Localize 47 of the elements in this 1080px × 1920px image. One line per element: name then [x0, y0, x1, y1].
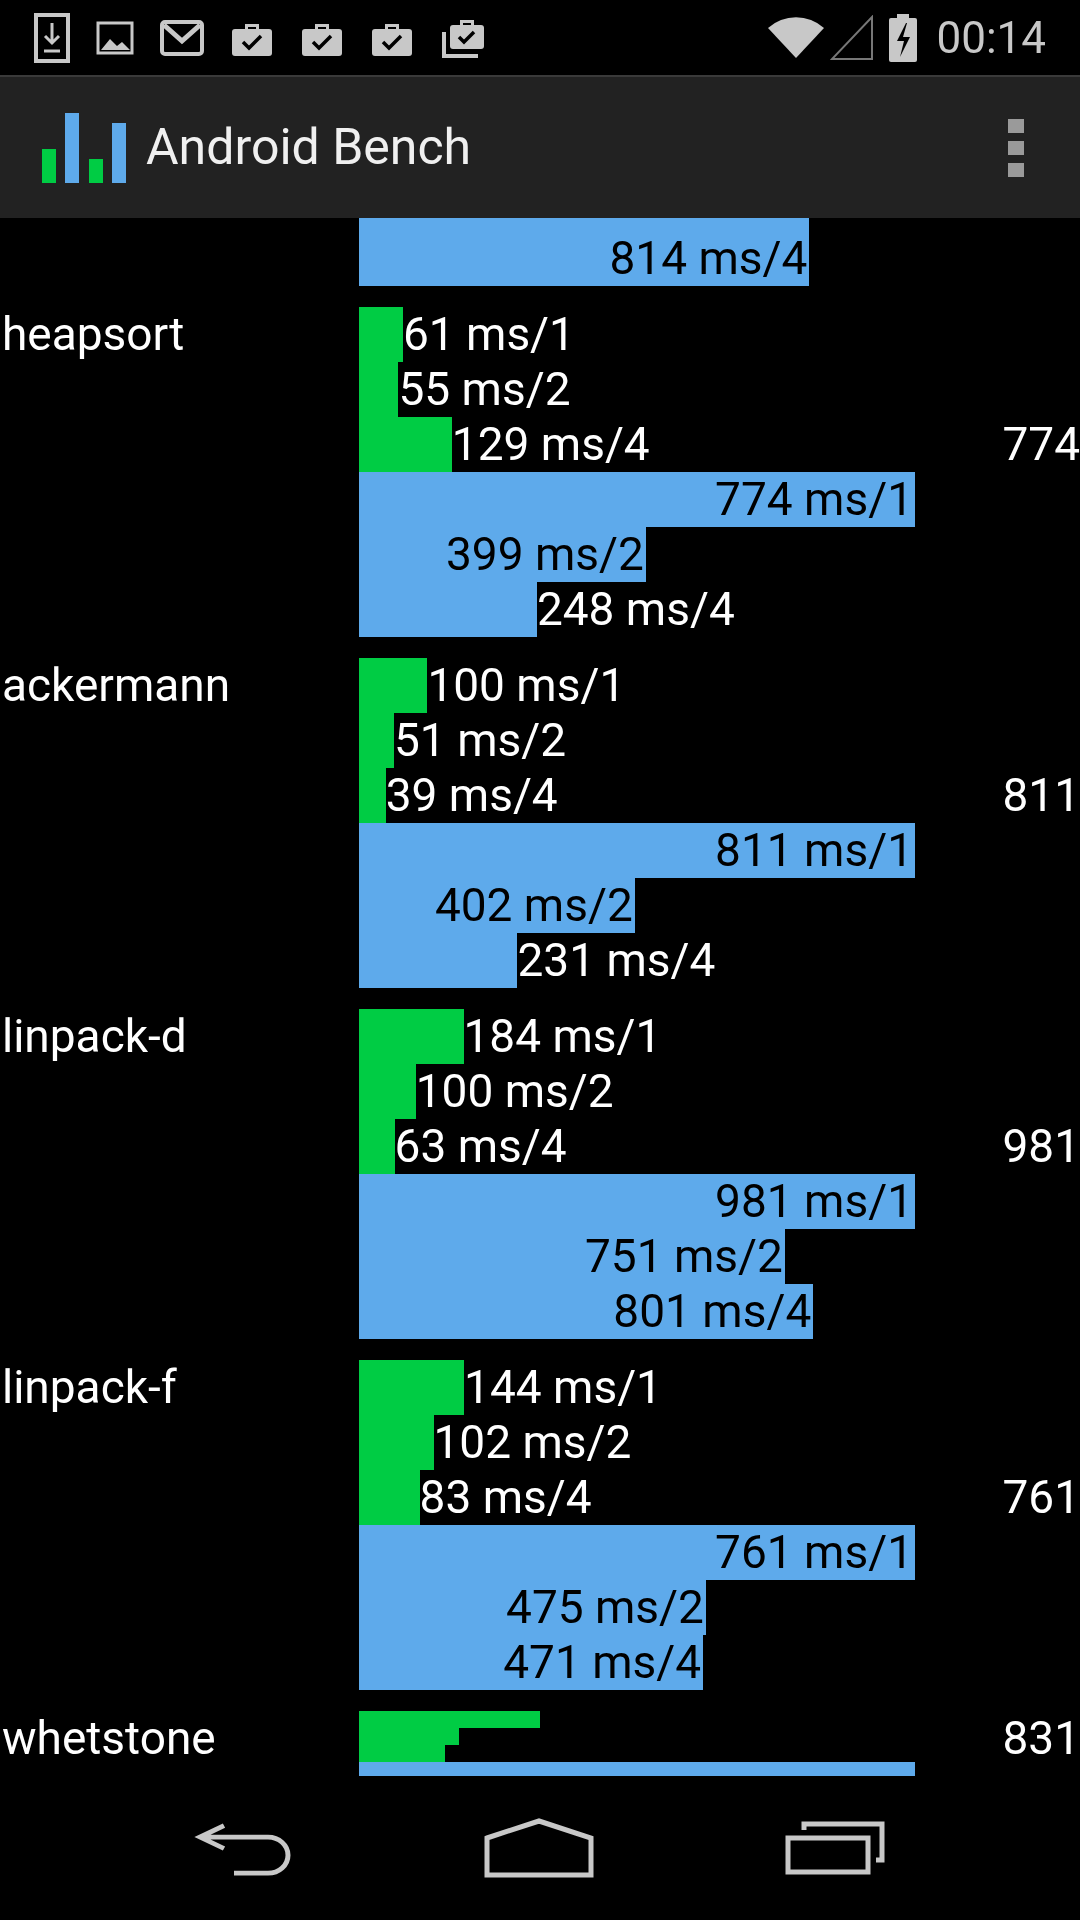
bar-value: 55 ms/2	[398, 362, 571, 417]
benchmark-score: 774	[1002, 417, 1080, 473]
signal-icon	[830, 14, 875, 61]
bar-value: 144 ms/1	[464, 1360, 662, 1415]
bar-value: 231 ms/4	[517, 933, 716, 988]
battery-charging-icon	[888, 12, 919, 63]
bar-value: 814 ms/4	[609, 231, 808, 286]
recent-apps-icon[interactable]	[783, 1820, 886, 1876]
bar-value: 811 ms/1	[715, 823, 913, 878]
overflow-menu-icon[interactable]	[1008, 118, 1024, 177]
home-icon[interactable]	[483, 1818, 595, 1878]
bar-value: 184 ms/1	[463, 1009, 662, 1064]
bar-value: 51 ms/2	[394, 713, 567, 768]
bar-value: 102 ms/2	[433, 1415, 632, 1470]
bar-value: 774 ms/1	[715, 472, 913, 527]
bar-value: 801 ms/4	[613, 1284, 812, 1339]
benchmark-name: heapsort	[2, 307, 185, 361]
benchmark-score: 811	[1002, 768, 1080, 824]
bar-value: 129 ms/4	[451, 417, 650, 472]
app-title: Android Bench	[146, 117, 472, 178]
app-logo-icon	[42, 112, 128, 183]
download-icon	[34, 12, 70, 63]
benchmark-name: linpack-f	[2, 1360, 177, 1414]
benchmark-score: 761	[1002, 1470, 1080, 1526]
bar-value: 63 ms/4	[394, 1119, 567, 1174]
bar-value: 248 ms/4	[536, 582, 735, 637]
clock-time: 00:14	[936, 15, 1046, 60]
bar-value: 761 ms/1	[715, 1525, 913, 1580]
wifi-icon	[766, 15, 827, 60]
benchmark-name: linpack-d	[2, 1009, 187, 1063]
bar-value: 100 ms/1	[427, 658, 626, 713]
bar-value: 100 ms/2	[415, 1064, 614, 1119]
bar-value: 61 ms/1	[402, 307, 575, 362]
bar-value: 751 ms/2	[585, 1229, 783, 1284]
mail-icon	[160, 19, 204, 56]
benchmark-name: whetstone	[2, 1711, 216, 1765]
benchmark-score: 831	[1002, 1711, 1080, 1767]
bar-value: 471 ms/4	[503, 1635, 702, 1690]
bar-value: 402 ms/2	[434, 878, 633, 933]
bar-value: 475 ms/2	[506, 1580, 704, 1635]
benchmark-name: ackermann	[2, 658, 231, 712]
image-icon	[96, 20, 134, 55]
bar-value: 399 ms/2	[446, 527, 644, 582]
bar-value: 981 ms/1	[715, 1174, 913, 1229]
benchmark-score: 981	[1002, 1119, 1080, 1175]
bar-value: 83 ms/4	[419, 1470, 592, 1525]
bar-value: 39 ms/4	[385, 768, 558, 823]
